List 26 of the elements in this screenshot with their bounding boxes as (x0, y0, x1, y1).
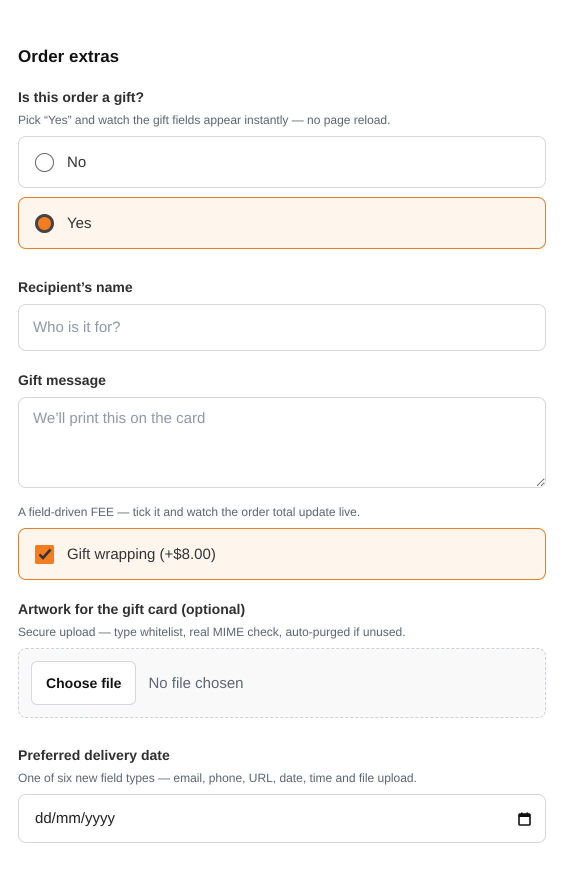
field-hint: One of six new field types — email, phone, URL, date, time and file upload. (18, 771, 418, 785)
section-title: Order extras (18, 47, 120, 67)
file-status: No file chosen (148, 674, 244, 692)
radio-button[interactable] (35, 214, 54, 232)
field-hint: A field-driven FEE — tick it and watch the order total update live. (18, 505, 362, 519)
field-label: Is this order a gift? (18, 89, 146, 105)
field-label: Gift message (18, 372, 107, 388)
field-hint: Secure upload — type whitelist, real MIME check, auto-purged if unused. (18, 625, 407, 639)
radio-button[interactable] (35, 152, 54, 172)
checkbox[interactable] (35, 544, 54, 564)
field-label: Preferred delivery date (18, 747, 171, 763)
field-hint: Pick “Yes” and watch the gift fields appear instantly — no page reload. (18, 113, 392, 127)
field-label: Artwork for the gift card (optional) (18, 601, 246, 617)
choose-file-button[interactable]: Choose file (31, 661, 136, 705)
date-field[interactable]: dd/mm/yyyy (18, 794, 546, 843)
text-area[interactable]: We’ll print this on the card (18, 397, 546, 488)
check-icon (38, 548, 52, 560)
option-label: Gift wrapping (+$8.00) (67, 546, 216, 562)
input-field[interactable]: Who is it for? (18, 304, 546, 351)
field-label: Recipient’s name (18, 279, 134, 295)
option-label: Yes (67, 214, 92, 232)
radio-option[interactable]: Yes (18, 197, 546, 249)
radio-option[interactable]: No (18, 136, 546, 188)
option-label: No (67, 154, 86, 170)
calendar-icon[interactable] (518, 812, 531, 826)
checkbox-option[interactable]: Gift wrapping (+$8.00) (18, 528, 546, 580)
